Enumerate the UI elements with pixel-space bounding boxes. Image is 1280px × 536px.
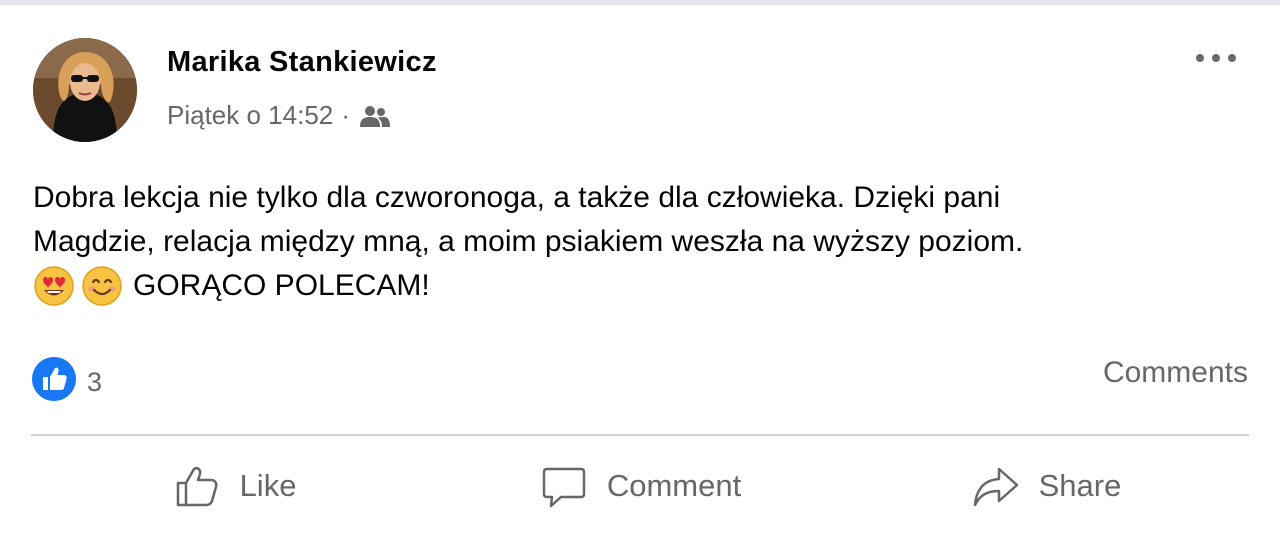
facebook-post: Marika Stankiewicz Piątek o 14:52 · Dobr… (0, 0, 1280, 536)
dot-icon (1212, 54, 1220, 62)
reactions-summary[interactable]: 3 (31, 356, 102, 402)
share-arrow-icon (973, 467, 1018, 507)
share-button[interactable]: Share (843, 446, 1249, 526)
post-text-closing: GORĄCO POLECAM! (133, 269, 430, 302)
post-timestamp[interactable]: Piątek o 14:52 (167, 100, 333, 131)
dot-icon (1196, 54, 1204, 62)
avatar[interactable] (33, 38, 137, 142)
friends-icon[interactable] (358, 103, 392, 129)
thumbs-up-icon (176, 466, 218, 507)
comment-bubble-icon (542, 467, 586, 508)
like-label: Like (239, 468, 297, 503)
post-text: Dobra lekcja nie tylko dla czworonoga, a… (33, 176, 1248, 308)
divider (31, 434, 1249, 436)
action-bar: Like Comment Share (31, 446, 1249, 526)
comment-label: Comment (606, 468, 742, 503)
dot-icon (1228, 54, 1236, 62)
avatar-image (33, 38, 137, 142)
like-reaction-icon (32, 357, 76, 401)
comment-button[interactable]: Comment (437, 446, 843, 526)
reaction-count: 3 (87, 366, 103, 397)
like-button[interactable]: Like (31, 446, 437, 526)
more-options-button[interactable] (1196, 54, 1236, 62)
post-meta: Piątek o 14:52 · (167, 100, 392, 131)
post-text-line: Dobra lekcja nie tylko dla czworonoga, a… (33, 181, 1001, 214)
post-text-line: GORĄCO POLECAM! (33, 264, 1248, 308)
author-name[interactable]: Marika Stankiewicz (167, 46, 437, 79)
post-text-line: Magdzie, relacja między mną, a moim psia… (33, 225, 1024, 258)
heart-eyes-emoji-icon (33, 265, 75, 307)
meta-separator: · (341, 100, 350, 130)
share-label: Share (1038, 468, 1122, 503)
comments-link[interactable]: Comments (1103, 356, 1248, 390)
smiling-face-emoji-icon (81, 265, 123, 307)
